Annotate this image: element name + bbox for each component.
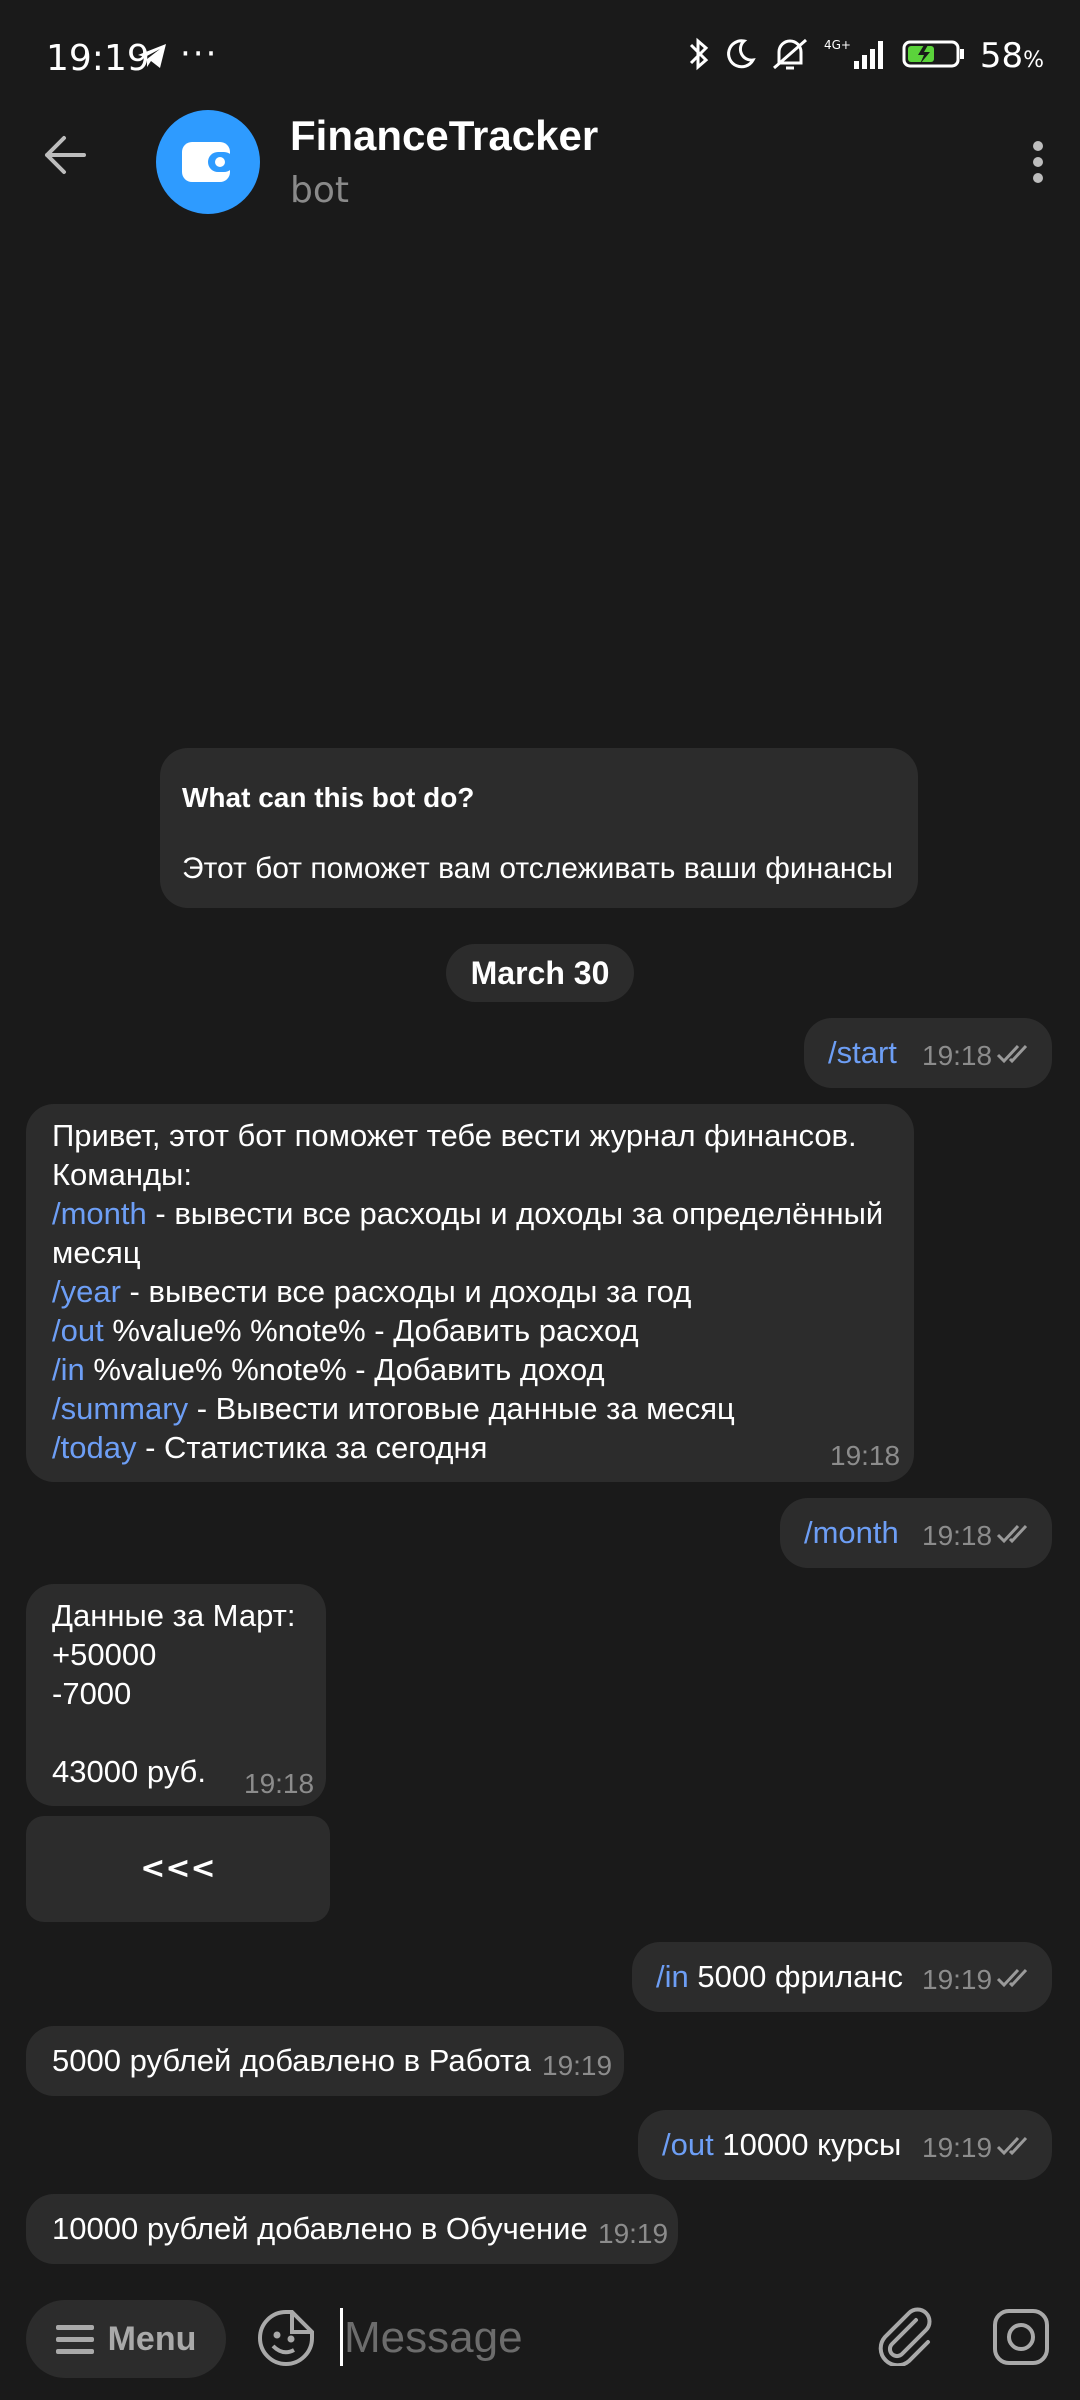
- double-check-icon: [996, 1044, 1028, 1064]
- attach-paperclip-icon[interactable]: [876, 2306, 934, 2370]
- bot-avatar[interactable]: [156, 110, 260, 214]
- battery-value: 58: [979, 36, 1024, 76]
- message-input-bar: Menu Message: [0, 2280, 1080, 2400]
- outgoing-message[interactable]: /out 10000 курсы 19:19: [638, 2110, 1052, 2180]
- camera-icon[interactable]: [992, 2308, 1050, 2370]
- message-time: 19:18: [244, 1768, 315, 1799]
- double-check-icon: [996, 2136, 1028, 2156]
- battery-icon: [902, 39, 966, 73]
- message-note: 5000 фриланс: [688, 1959, 903, 1994]
- help-line-3-text: - вывести все расходы и доходы за опреде…: [146, 1196, 884, 1231]
- in-command-link[interactable]: /in: [52, 1352, 85, 1387]
- menu-label: Menu: [107, 2319, 197, 2358]
- chat-header: FinanceTracker bot: [0, 110, 1080, 220]
- date-separator: March 30: [446, 944, 634, 1002]
- bot-menu-button[interactable]: Menu: [26, 2300, 226, 2378]
- message-note: 10000 курсы: [713, 2127, 902, 2162]
- command-link[interactable]: /out: [662, 2127, 714, 2162]
- help-line-2: Команды:: [52, 1155, 888, 1194]
- message-time: 19:19: [922, 1964, 993, 1995]
- back-arrow-icon[interactable]: [42, 132, 88, 182]
- message-time: 19:19: [922, 2132, 993, 2163]
- help-line-8-text: - Вывести итоговые данные за месяц: [188, 1391, 735, 1426]
- muted-bell-icon: [770, 37, 810, 75]
- incoming-message[interactable]: 5000 рублей добавлено в Работа 19:19: [26, 2026, 624, 2096]
- message-input[interactable]: Message: [344, 2300, 844, 2376]
- command-link[interactable]: /in: [656, 1959, 689, 1994]
- help-line-6-text: %value% %note% - Добавить расход: [103, 1313, 639, 1348]
- message-time: 19:18: [922, 1520, 993, 1551]
- message-text: /in 5000 фриланс: [656, 1957, 903, 1996]
- inline-back-button[interactable]: <<<: [26, 1816, 330, 1922]
- incoming-message[interactable]: Привет, этот бот поможет тебе вести журн…: [26, 1104, 914, 1482]
- month-data-title: Данные за Март:: [52, 1598, 296, 1633]
- help-line-2-text: Команды:: [52, 1157, 192, 1192]
- signal-4g-icon: 4G+: [824, 37, 888, 75]
- command-link[interactable]: /start: [828, 1033, 897, 1072]
- wallet-icon: [182, 142, 234, 182]
- bot-description-title: What can this bot do?: [182, 782, 475, 813]
- help-line-7: /in %value% %note% - Добавить доход: [52, 1350, 888, 1389]
- do-not-disturb-moon-icon: [724, 38, 756, 74]
- help-line-9-text: - Статистика за сегодня: [136, 1430, 488, 1465]
- help-line-1-text: Привет, этот бот поможет тебе вести журн…: [52, 1118, 857, 1153]
- outgoing-message[interactable]: /month 19:18: [780, 1498, 1052, 1568]
- month-command-link[interactable]: /month: [52, 1196, 147, 1231]
- bot-description-card: What can this bot do? Этот бот поможет в…: [160, 748, 918, 908]
- help-line-8: /summary - Вывести итоговые данные за ме…: [52, 1389, 888, 1428]
- chat-title[interactable]: FinanceTracker: [290, 112, 598, 160]
- help-line-3: /month - вывести все расходы и доходы за…: [52, 1194, 888, 1233]
- help-line-4-text: месяц: [52, 1235, 141, 1270]
- telegram-notification-icon: [136, 42, 168, 74]
- hamburger-icon: [55, 2325, 94, 2354]
- bot-description-text: Этот бот поможет вам отслеживать ваши фи…: [182, 852, 894, 885]
- message-time: 19:18: [922, 1040, 993, 1071]
- help-line-5-text: - вывести все расходы и доходы за год: [120, 1274, 692, 1309]
- year-command-link[interactable]: /year: [52, 1274, 121, 1309]
- command-link[interactable]: /month: [804, 1513, 899, 1552]
- month-expense: -7000: [52, 1676, 132, 1711]
- message-time: 19:18: [830, 1440, 901, 1471]
- help-line-6: /out %value% %note% - Добавить расход: [52, 1311, 888, 1350]
- message-time: 19:19: [598, 2218, 669, 2249]
- today-command-link[interactable]: /today: [52, 1430, 136, 1465]
- month-income: +50000: [52, 1637, 157, 1672]
- double-check-icon: [996, 1968, 1028, 1988]
- help-line-9: /today - Статистика за сегодня: [52, 1428, 888, 1467]
- incoming-message[interactable]: 10000 рублей добавлено в Обучение 19:19: [26, 2194, 678, 2264]
- battery-unit: %: [1023, 48, 1044, 73]
- status-bar: 19:19 ··· 4G+ 58%: [0, 0, 1080, 120]
- help-line-1: Привет, этот бот поможет тебе вести журн…: [52, 1116, 888, 1155]
- incoming-message[interactable]: Данные за Март: +50000 -7000 43000 руб. …: [26, 1584, 326, 1806]
- bluetooth-icon: [688, 36, 710, 76]
- svg-text:4G+: 4G+: [824, 38, 851, 52]
- more-options-icon[interactable]: [1032, 140, 1044, 188]
- message-text: 10000 рублей добавлено в Обучение: [52, 2211, 588, 2246]
- double-check-icon: [996, 1524, 1028, 1544]
- outgoing-message[interactable]: /in 5000 фриланс 19:19: [632, 1942, 1052, 2012]
- message-time: 19:19: [542, 2050, 613, 2081]
- help-line-5: /year - вывести все расходы и доходы за …: [52, 1272, 888, 1311]
- outgoing-message[interactable]: /start 19:18: [804, 1018, 1052, 1088]
- chat-subtitle: bot: [290, 170, 349, 211]
- message-text: 5000 рублей добавлено в Работа: [52, 2043, 531, 2078]
- help-line-4: месяц: [52, 1233, 888, 1272]
- sticker-emoji-icon[interactable]: [256, 2308, 316, 2372]
- battery-percent: 58%: [980, 36, 1044, 76]
- summary-command-link[interactable]: /summary: [52, 1391, 188, 1426]
- help-line-7-text: %value% %note% - Добавить доход: [84, 1352, 605, 1387]
- out-command-link[interactable]: /out: [52, 1313, 104, 1348]
- status-time: 19:19: [46, 38, 150, 79]
- message-text: /out 10000 курсы: [662, 2125, 901, 2164]
- text-cursor: [340, 2308, 343, 2366]
- more-notifications-icon: ···: [180, 34, 219, 74]
